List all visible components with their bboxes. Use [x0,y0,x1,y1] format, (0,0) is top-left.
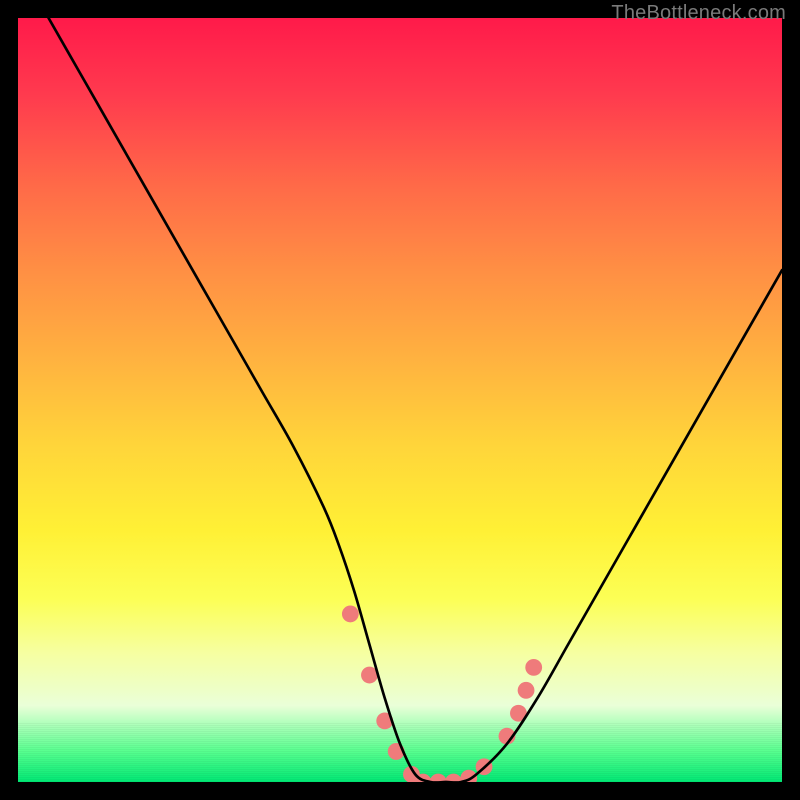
watermark-text: TheBottleneck.com [611,2,786,25]
marker-dot [525,659,542,676]
plot-area [18,18,782,782]
curve-line [49,18,782,782]
marker-dot [518,682,535,699]
chart-svg [18,18,782,782]
marker-dot [342,606,359,623]
markers-group [342,606,542,782]
frame: TheBottleneck.com [0,0,800,800]
